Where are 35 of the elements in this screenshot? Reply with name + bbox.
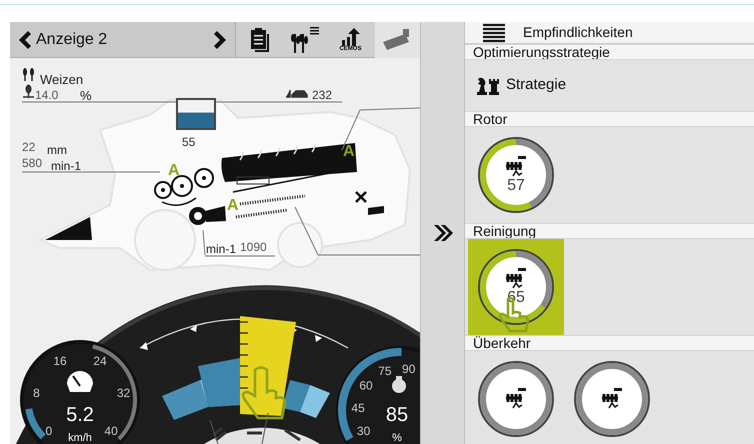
moisture-value: 14.0 bbox=[35, 89, 58, 101]
section-label: Rotor bbox=[473, 112, 508, 126]
auto-mode-mark: A bbox=[227, 198, 239, 214]
tank-counter: 232 bbox=[312, 89, 332, 101]
setting-value: 22 bbox=[22, 141, 36, 153]
setting-unit: mm bbox=[47, 144, 67, 156]
setting-unit: min-1 bbox=[51, 160, 82, 172]
speed-tick-label: 32 bbox=[116, 386, 130, 400]
auto-mode-mark: A bbox=[343, 144, 355, 160]
crop-name: Weizen bbox=[40, 73, 84, 86]
auto-mode-mark: A bbox=[168, 163, 180, 179]
load-tick-label: 30 bbox=[356, 424, 370, 438]
load-tick-label: 60 bbox=[359, 378, 373, 392]
section-label: Überkehr bbox=[473, 336, 531, 350]
speed-value: 5.2 bbox=[66, 404, 94, 426]
screen-title: Anzeige 2 bbox=[36, 30, 108, 50]
speed-tick-label: 8 bbox=[33, 386, 40, 400]
load-tick-label: 75 bbox=[378, 364, 392, 378]
section-label: Reinigung bbox=[473, 224, 536, 238]
speed-tick-label: 24 bbox=[93, 354, 107, 368]
load-tick-label: 90 bbox=[402, 362, 416, 376]
section-label: Optimierungsstrategie bbox=[473, 45, 610, 59]
fan-speed-unit: min-1 bbox=[206, 243, 236, 255]
speed-unit: km/h bbox=[68, 432, 92, 444]
speed-tick-label: 16 bbox=[53, 354, 67, 368]
moisture-unit: % bbox=[80, 89, 92, 102]
load-value: 85 bbox=[386, 404, 408, 426]
tank-fill-reading: 55 bbox=[182, 136, 196, 148]
setting-value: 580 bbox=[22, 157, 42, 169]
speed-tick-label: 40 bbox=[104, 424, 118, 438]
load-tick-label: 45 bbox=[351, 400, 365, 415]
load-unit: % bbox=[392, 432, 402, 444]
speed-tick-label: 0 bbox=[46, 424, 52, 438]
fan-speed-value: 1090 bbox=[240, 241, 267, 253]
panel-title: Empfindlichkeiten bbox=[523, 23, 633, 42]
